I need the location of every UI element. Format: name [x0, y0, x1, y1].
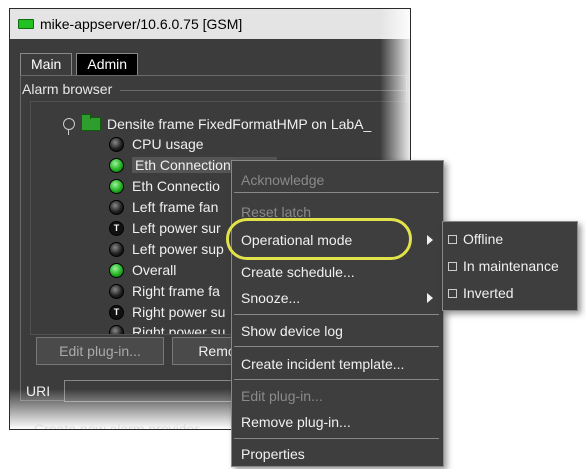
tab-main[interactable]: Main: [20, 53, 73, 75]
menu-item-create-incident-template[interactable]: Create incident template...: [232, 351, 441, 377]
window-title: mike-appserver/10.6.0.75 [GSM]: [40, 16, 243, 32]
tree-item-right-frame-fan[interactable]: Right frame fa: [109, 281, 220, 301]
menu-item-edit-plugin[interactable]: Edit plug-in...: [232, 383, 441, 409]
tree-item-right-power-supply-1[interactable]: T Right power su: [109, 302, 225, 322]
submenu-item-label: Inverted: [463, 285, 514, 301]
menu-item-remove-plugin[interactable]: Remove plug-in...: [232, 409, 441, 435]
menu-separator: [234, 438, 439, 439]
uri-label: URI: [26, 383, 51, 399]
operational-mode-submenu: Offline In maintenance Inverted: [442, 221, 578, 311]
menu-item-acknowledge[interactable]: Acknowledge: [232, 167, 441, 193]
status-dot-icon: [109, 178, 124, 194]
tree-item-label: Left power sur: [132, 220, 221, 236]
tree-item-eth-connection-2[interactable]: Eth Connectio: [109, 176, 220, 196]
tree-item-label: CPU usage: [132, 136, 204, 152]
connection-led-icon: [18, 19, 34, 29]
tree-expander-icon[interactable]: [63, 118, 75, 135]
checkbox-icon[interactable]: [448, 234, 457, 244]
tab-bar: Main Admin: [20, 53, 139, 75]
menu-item-label: Remove plug-in...: [241, 414, 351, 430]
tree-item-right-power-supply-2[interactable]: Right power su: [109, 322, 226, 335]
menu-item-label: Edit plug-in...: [241, 388, 323, 404]
checkbox-icon[interactable]: [448, 261, 457, 271]
status-dot-icon: [109, 262, 124, 278]
create-alarm-provider-link[interactable]: Create new alarm provider...: [34, 421, 210, 429]
tree-item-left-power-supply-2[interactable]: Left power sup: [109, 239, 224, 259]
status-t-icon: T: [109, 220, 124, 236]
menu-item-label: Acknowledge: [241, 172, 325, 188]
tree-item-label: Eth Connectio: [132, 178, 220, 194]
status-dot-icon: [109, 199, 124, 215]
tab-admin[interactable]: Admin: [76, 53, 139, 75]
context-menu: Acknowledge Reset latch Operational mode…: [231, 160, 444, 467]
submenu-item-in-maintenance[interactable]: In maintenance: [443, 253, 575, 279]
menu-separator: [234, 314, 439, 315]
status-dot-icon: [109, 136, 124, 152]
folder-open-icon: [81, 114, 101, 131]
menu-item-label: Snooze...: [241, 290, 301, 306]
tree-item-label: Right power su: [132, 324, 226, 335]
submenu-arrow-icon: [427, 293, 433, 303]
tree-item-label: Right power su: [132, 304, 226, 320]
tree-item-label: Right frame fa: [132, 283, 220, 299]
submenu-item-label: In maintenance: [463, 258, 559, 274]
tree-item-cpu-usage[interactable]: CPU usage: [109, 134, 204, 154]
status-t-icon: T: [109, 304, 124, 320]
menu-item-snooze[interactable]: Snooze...: [232, 285, 441, 311]
submenu-item-inverted[interactable]: Inverted: [443, 280, 575, 306]
status-dot-icon: [109, 283, 124, 299]
menu-item-label: Create schedule...: [241, 264, 355, 280]
status-dot-icon: [109, 157, 124, 173]
menu-separator: [234, 346, 439, 347]
checkbox-icon[interactable]: [448, 288, 457, 298]
tree-item-overall[interactable]: Overall: [109, 260, 176, 280]
edit-plugin-button[interactable]: Edit plug-in...: [36, 337, 164, 365]
menu-item-properties[interactable]: Properties: [232, 441, 441, 467]
menu-item-label: Properties: [241, 446, 305, 462]
alarm-browser-title: Alarm browser: [22, 81, 113, 97]
menu-item-label: Create incident template...: [241, 356, 405, 372]
menu-separator: [234, 192, 439, 193]
status-dot-icon: [109, 241, 124, 257]
group-divider: [120, 90, 410, 91]
tree-item-label: Overall: [132, 262, 177, 278]
tree-root-label: Densite frame FixedFormatHMP on LabA_: [107, 116, 372, 132]
status-dot-icon: [109, 324, 124, 334]
menu-item-label: Show device log: [241, 323, 343, 339]
submenu-item-label: Offline: [463, 231, 504, 247]
submenu-item-offline[interactable]: Offline: [443, 226, 575, 252]
tree-item-left-frame-fan[interactable]: Left frame fan: [109, 197, 218, 217]
tree-root-node[interactable]: Densite frame FixedFormatHMP on LabA_: [63, 114, 372, 135]
menu-separator: [234, 379, 439, 380]
menu-item-create-schedule[interactable]: Create schedule...: [232, 259, 441, 285]
title-bar: mike-appserver/10.6.0.75 [GSM]: [10, 9, 410, 39]
tree-item-left-power-supply-1[interactable]: T Left power sur: [109, 218, 221, 238]
submenu-arrow-icon: [427, 235, 433, 245]
tree-item-label: Left power sup: [132, 241, 224, 257]
menu-item-show-device-log[interactable]: Show device log: [232, 318, 441, 344]
highlight-ring-annotation: [226, 218, 412, 260]
tree-item-label: Left frame fan: [132, 199, 219, 215]
